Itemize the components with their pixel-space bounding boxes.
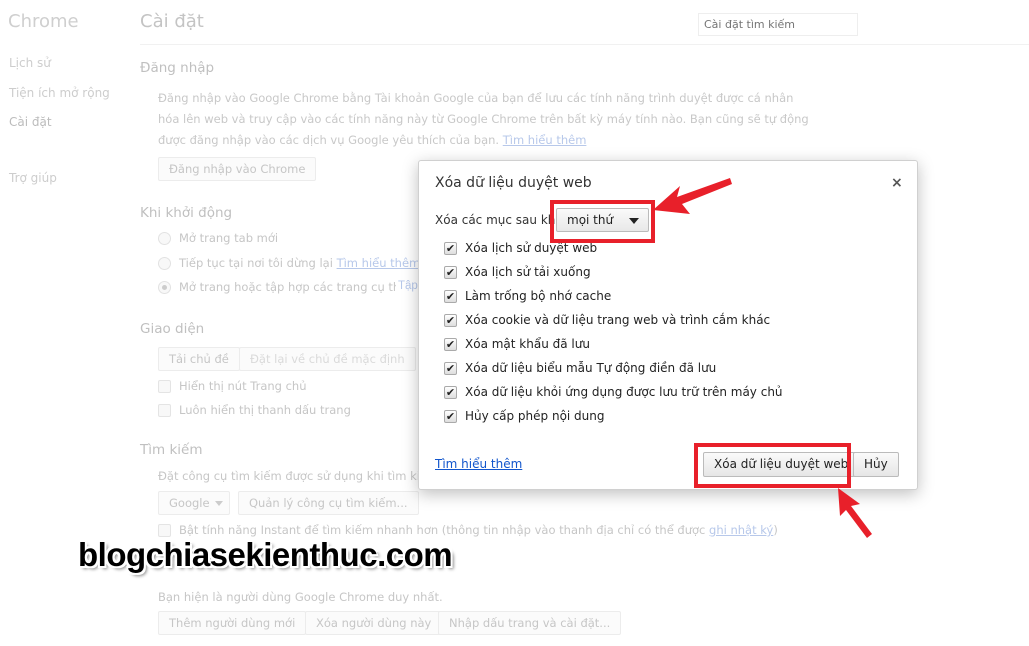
clear-option-item[interactable]: ✔ Xóa dữ liệu biểu mẫu Tự động điền đã lư…	[444, 361, 716, 375]
checkbox[interactable]: ✔	[444, 242, 457, 255]
clear-option-item[interactable]: ✔ Xóa lịch sử tải xuống	[444, 265, 591, 279]
arrow-shape	[838, 488, 872, 538]
option-label: Xóa dữ liệu khỏi ứng dụng được lưu trữ t…	[465, 385, 783, 399]
logged-link[interactable]: ghi nhật ký	[709, 523, 773, 537]
paren: )	[773, 523, 778, 537]
text-line: được đăng nhập vào các dịch vụ Google yê…	[158, 133, 500, 147]
clear-option-item[interactable]: ✔ Xóa dữ liệu khỏi ứng dụng được lưu trữ …	[444, 385, 783, 399]
startup-option-newtab[interactable]: Mở trang tab mới	[158, 231, 278, 245]
startup-heading: Khi khởi động	[140, 205, 233, 221]
sidebar-item-settings[interactable]: Cài đặt	[9, 115, 52, 129]
startup-option-continue[interactable]: Tiếp tục tại nơi tôi dừng lại Tìm hiểu t…	[158, 256, 420, 270]
option-label: Hiển thị nút Trang chủ	[179, 379, 307, 393]
option-label: Xóa cookie và dữ liệu trang web và trình…	[465, 313, 771, 327]
add-user-button[interactable]: Thêm người dùng mới	[158, 611, 307, 635]
instant-option[interactable]: Bật tính năng Instant để tìm kiếm nhanh …	[158, 523, 778, 537]
text-line: Đăng nhập vào Google Chrome bằng Tài kho…	[158, 91, 794, 105]
radio-button[interactable]	[158, 281, 171, 294]
search-engine-select[interactable]: Google	[158, 491, 230, 515]
option-label: Xóa lịch sử tải xuống	[465, 265, 591, 279]
search-heading: Tìm kiếm	[140, 442, 203, 458]
clear-option-item[interactable]: ✔ Xóa mật khẩu đã lưu	[444, 337, 590, 351]
option-label: Xóa mật khẩu đã lưu	[465, 337, 590, 351]
delete-user-button[interactable]: Xóa người dùng này	[305, 611, 443, 635]
checkbox[interactable]: ✔	[444, 314, 457, 327]
option-label: Xóa lịch sử duyệt web	[465, 241, 598, 255]
option-label: Luôn hiển thị thanh dấu trang	[179, 403, 351, 417]
learn-more-link[interactable]: Tìm hiểu thêm	[337, 256, 421, 270]
option-label: Hủy cấp phép nội dung	[465, 409, 605, 423]
appearance-heading: Giao diện	[140, 321, 205, 337]
option-label: Làm trống bộ nhớ cache	[465, 289, 612, 303]
signin-heading: Đăng nhập	[140, 60, 215, 76]
option-label: Xóa dữ liệu biểu mẫu Tự động điền đã lưu	[465, 361, 717, 375]
search-description: Đặt công cụ tìm kiếm được sử dụng khi tì…	[158, 469, 439, 483]
show-home-option[interactable]: Hiển thị nút Trang chủ	[158, 379, 307, 393]
checkbox[interactable]	[158, 380, 171, 393]
checkbox[interactable]: ✔	[444, 362, 457, 375]
option-label: Mở trang hoặc tập hợp các trang cụ thể.	[179, 280, 411, 294]
range-label: Xóa các mục sau khỏi	[435, 213, 567, 227]
clear-option-item[interactable]: ✔ Xóa lịch sử duyệt web	[444, 241, 597, 255]
set-pages-link[interactable]: Tập	[396, 280, 418, 292]
highlight-box-clear	[694, 443, 851, 488]
watermark: blogchiasekienthuc.com	[78, 536, 453, 573]
import-bookmarks-button[interactable]: Nhập dấu trang và cài đặt...	[438, 611, 622, 635]
arrow-pointer-icon	[838, 488, 872, 538]
close-icon[interactable]: ×	[891, 175, 903, 191]
learn-more-link[interactable]: Tìm hiểu thêm	[503, 133, 587, 147]
startup-option-pages[interactable]: Mở trang hoặc tập hợp các trang cụ thể.	[158, 280, 411, 294]
page-title: Cài đặt	[140, 11, 204, 32]
checkbox[interactable]: ✔	[444, 386, 457, 399]
reset-theme-button[interactable]: Đặt lại về chủ đề mặc định	[239, 347, 416, 371]
option-label: Mở trang tab mới	[179, 231, 279, 245]
radio-button[interactable]	[158, 232, 171, 245]
clear-option-item[interactable]: ✔ Xóa cookie và dữ liệu trang web và trìn…	[444, 313, 770, 327]
learn-more-link[interactable]: Tìm hiểu thêm	[435, 457, 522, 471]
clear-option-item[interactable]: ✔ Làm trống bộ nhớ cache	[444, 289, 611, 303]
checkbox[interactable]: ✔	[444, 338, 457, 351]
text-line: hóa lên web và truy cập vào các tính năn…	[158, 112, 809, 126]
cancel-button[interactable]: Hủy	[853, 452, 899, 477]
sidebar-title: Chrome	[8, 11, 79, 32]
sidebar-item-help[interactable]: Trợ giúp	[9, 171, 57, 185]
sidebar-item-history[interactable]: Lịch sử	[9, 56, 51, 70]
checkbox[interactable]: ✔	[444, 410, 457, 423]
highlight-box-range	[550, 200, 655, 243]
radio-button[interactable]	[158, 257, 171, 270]
signin-button[interactable]: Đăng nhập vào Chrome	[158, 157, 317, 181]
select-value: Google	[169, 496, 210, 510]
checkbox[interactable]: ✔	[444, 290, 457, 303]
checkbox[interactable]: ✔	[444, 266, 457, 279]
option-label: Tiếp tục tại nơi tôi dừng lại	[179, 256, 333, 270]
settings-search-input[interactable]	[698, 13, 858, 36]
checkbox[interactable]	[158, 404, 171, 417]
chevron-down-icon	[215, 501, 223, 506]
option-label: Bật tính năng Instant để tìm kiếm nhanh …	[179, 523, 706, 537]
sidebar-item-extensions[interactable]: Tiện ích mở rộng	[9, 86, 110, 100]
arrow-shape	[653, 178, 732, 214]
signin-description: Đăng nhập vào Google Chrome bằng Tài kho…	[158, 88, 809, 151]
users-description: Bạn hiện là người dùng Google Chrome duy…	[158, 590, 443, 604]
manage-search-engines-button[interactable]: Quản lý công cụ tìm kiếm...	[238, 491, 419, 515]
get-themes-button[interactable]: Tải chủ đề	[158, 347, 240, 371]
clear-option-item[interactable]: ✔ Hủy cấp phép nội dung	[444, 409, 605, 423]
arrow-pointer-icon	[653, 178, 732, 214]
dialog-title: Xóa dữ liệu duyệt web	[435, 175, 592, 191]
show-bookmarks-option[interactable]: Luôn hiển thị thanh dấu trang	[158, 403, 351, 417]
divider	[140, 44, 1029, 45]
